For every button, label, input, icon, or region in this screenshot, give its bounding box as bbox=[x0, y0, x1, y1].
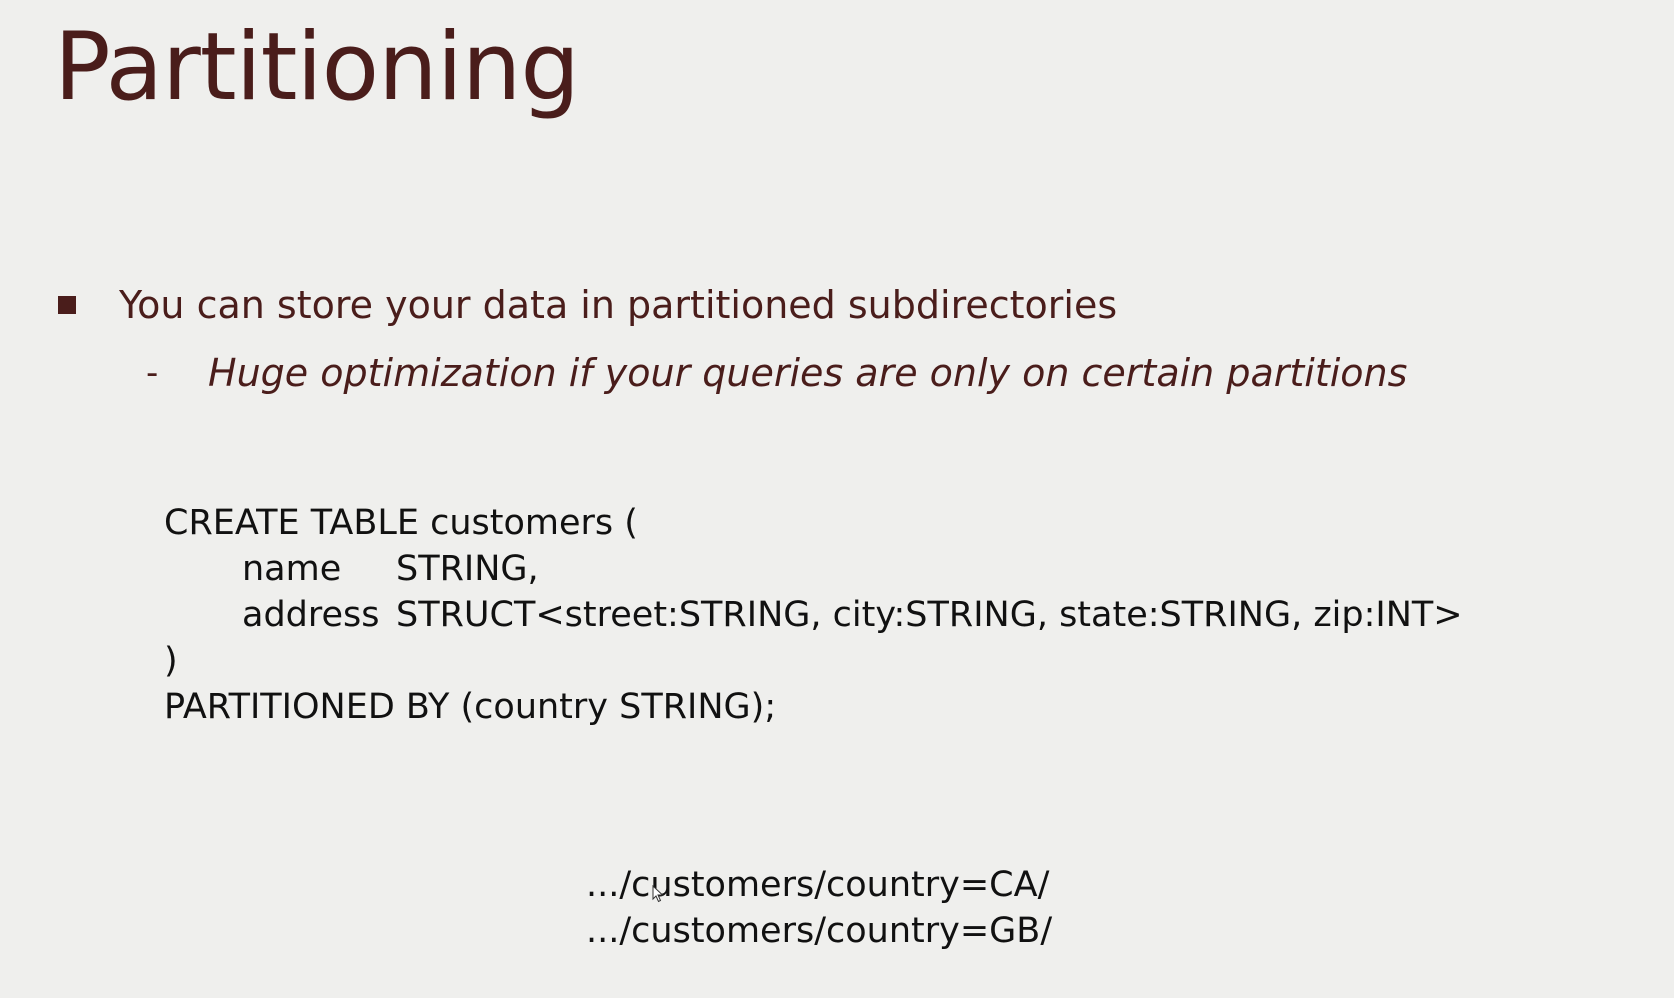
code-line-create: CREATE TABLE customers ( bbox=[164, 503, 638, 543]
code-line-column-address: address STRUCT<street:STRING, city:STRING… bbox=[164, 592, 1463, 638]
sub-bullet-item: - Huge optimization if your queries are … bbox=[146, 353, 1407, 393]
code-line-partitioned-by: PARTITIONED BY (country STRING); bbox=[164, 687, 777, 727]
column-name-label: name bbox=[242, 549, 342, 589]
code-line-column-name: name STRING, bbox=[164, 546, 1463, 592]
column-address-label: address bbox=[242, 595, 380, 635]
partition-path-gb: .../customers/country=GB/ bbox=[586, 911, 1053, 951]
sub-bullet-text: Huge optimization if your queries are on… bbox=[208, 351, 1408, 395]
code-block: CREATE TABLE customers ( name STRING, add… bbox=[164, 500, 1463, 730]
slide: Partitioning You can store your data in … bbox=[0, 0, 1674, 998]
slide-title: Partitioning bbox=[54, 13, 580, 122]
dash-bullet-icon: - bbox=[146, 353, 159, 393]
mouse-cursor-icon bbox=[652, 885, 664, 903]
column-address-type: STRUCT<street:STRING, city:STRING, state… bbox=[396, 595, 1463, 635]
bullet-item: You can store your data in partitioned s… bbox=[58, 286, 1117, 324]
square-bullet-icon bbox=[58, 296, 76, 314]
code-line-close-paren: ) bbox=[164, 641, 178, 681]
partition-paths: .../customers/country=CA/ .../customers/… bbox=[586, 862, 1052, 954]
column-name-type: STRING, bbox=[396, 549, 539, 589]
bullet-text: You can store your data in partitioned s… bbox=[119, 283, 1118, 327]
